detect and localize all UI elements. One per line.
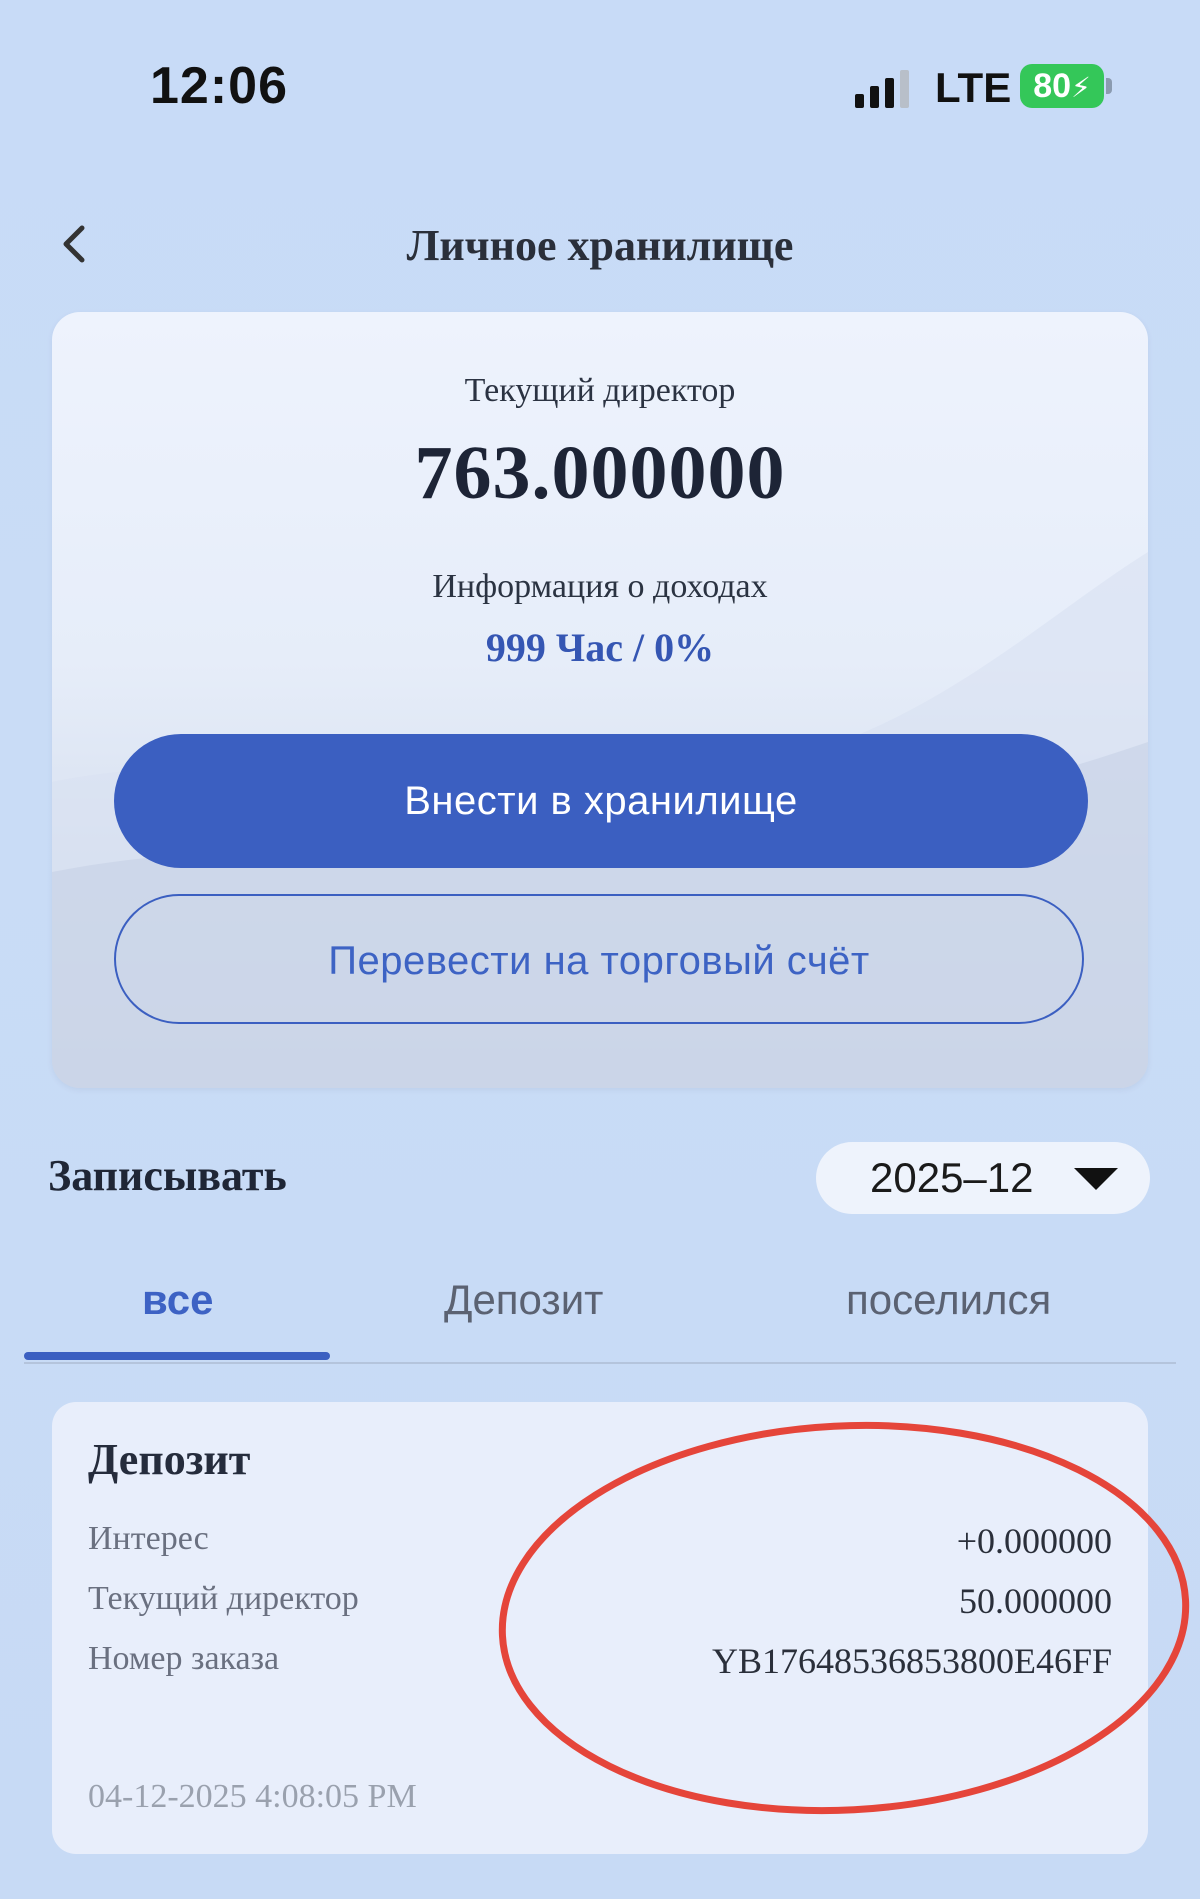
record-type: Депозит (88, 1435, 251, 1484)
tab-all[interactable]: все (142, 1276, 214, 1324)
chevron-down-icon (1074, 1168, 1118, 1190)
order-number-value: YB17648536853800E46FF (711, 1641, 1112, 1681)
status-bar: 12:06 LTE 80⚡ (0, 0, 1200, 180)
record-principal-label: Текущий директор (88, 1580, 359, 1617)
battery-level: 80 (1033, 67, 1072, 105)
principal-label: Текущий директор (464, 372, 736, 409)
order-number-label: Номер заказа (88, 1640, 280, 1677)
transfer-to-trading-button[interactable]: Перевести на торговый счёт (114, 894, 1084, 1024)
record-row-interest: Интерес +0.000000 (88, 1520, 1112, 1570)
vault-card: Текущий директор 763.000000 Информация о… (52, 312, 1148, 1088)
network-label: LTE (935, 64, 1012, 111)
header: Личное хранилище (0, 200, 1200, 290)
interest-value: +0.000000 (956, 1521, 1112, 1561)
income-label: Информация о доходах (432, 568, 768, 605)
battery-tip (1106, 78, 1112, 94)
screen: 12:06 LTE 80⚡ Личное хранилище Текущий д… (0, 0, 1200, 1899)
record-date: 04-12-2025 4:08:05 PM (88, 1778, 417, 1815)
record-tabs: все Депозит поселился (24, 1262, 1176, 1364)
interest-label: Интерес (88, 1520, 209, 1557)
tab-deposit[interactable]: Депозит (444, 1276, 603, 1324)
income-value: 999 Час / 0% (485, 625, 715, 670)
month-select[interactable]: 2025–12 (816, 1142, 1150, 1214)
battery-icon: 80⚡ (1020, 64, 1104, 108)
month-value: 2025–12 (870, 1154, 1034, 1201)
record-row-order: Номер заказа YB17648536853800E46FF (88, 1640, 1112, 1690)
status-time: 12:06 (150, 57, 288, 115)
signal-icon (855, 70, 909, 108)
record-item[interactable]: Депозит Интерес +0.000000 Текущий директ… (52, 1402, 1148, 1854)
charging-bolt-icon: ⚡ (1071, 72, 1091, 103)
record-row-principal: Текущий директор 50.000000 (88, 1580, 1112, 1630)
records-title: Записывать (48, 1151, 287, 1200)
deposit-to-vault-button[interactable]: Внести в хранилище (114, 734, 1088, 868)
tab-active-indicator (24, 1352, 330, 1360)
tab-settled[interactable]: поселился (846, 1276, 1051, 1324)
page-title: Личное хранилище (406, 221, 794, 270)
record-principal-value: 50.000000 (959, 1581, 1112, 1621)
principal-value: 763.000000 (414, 431, 786, 515)
